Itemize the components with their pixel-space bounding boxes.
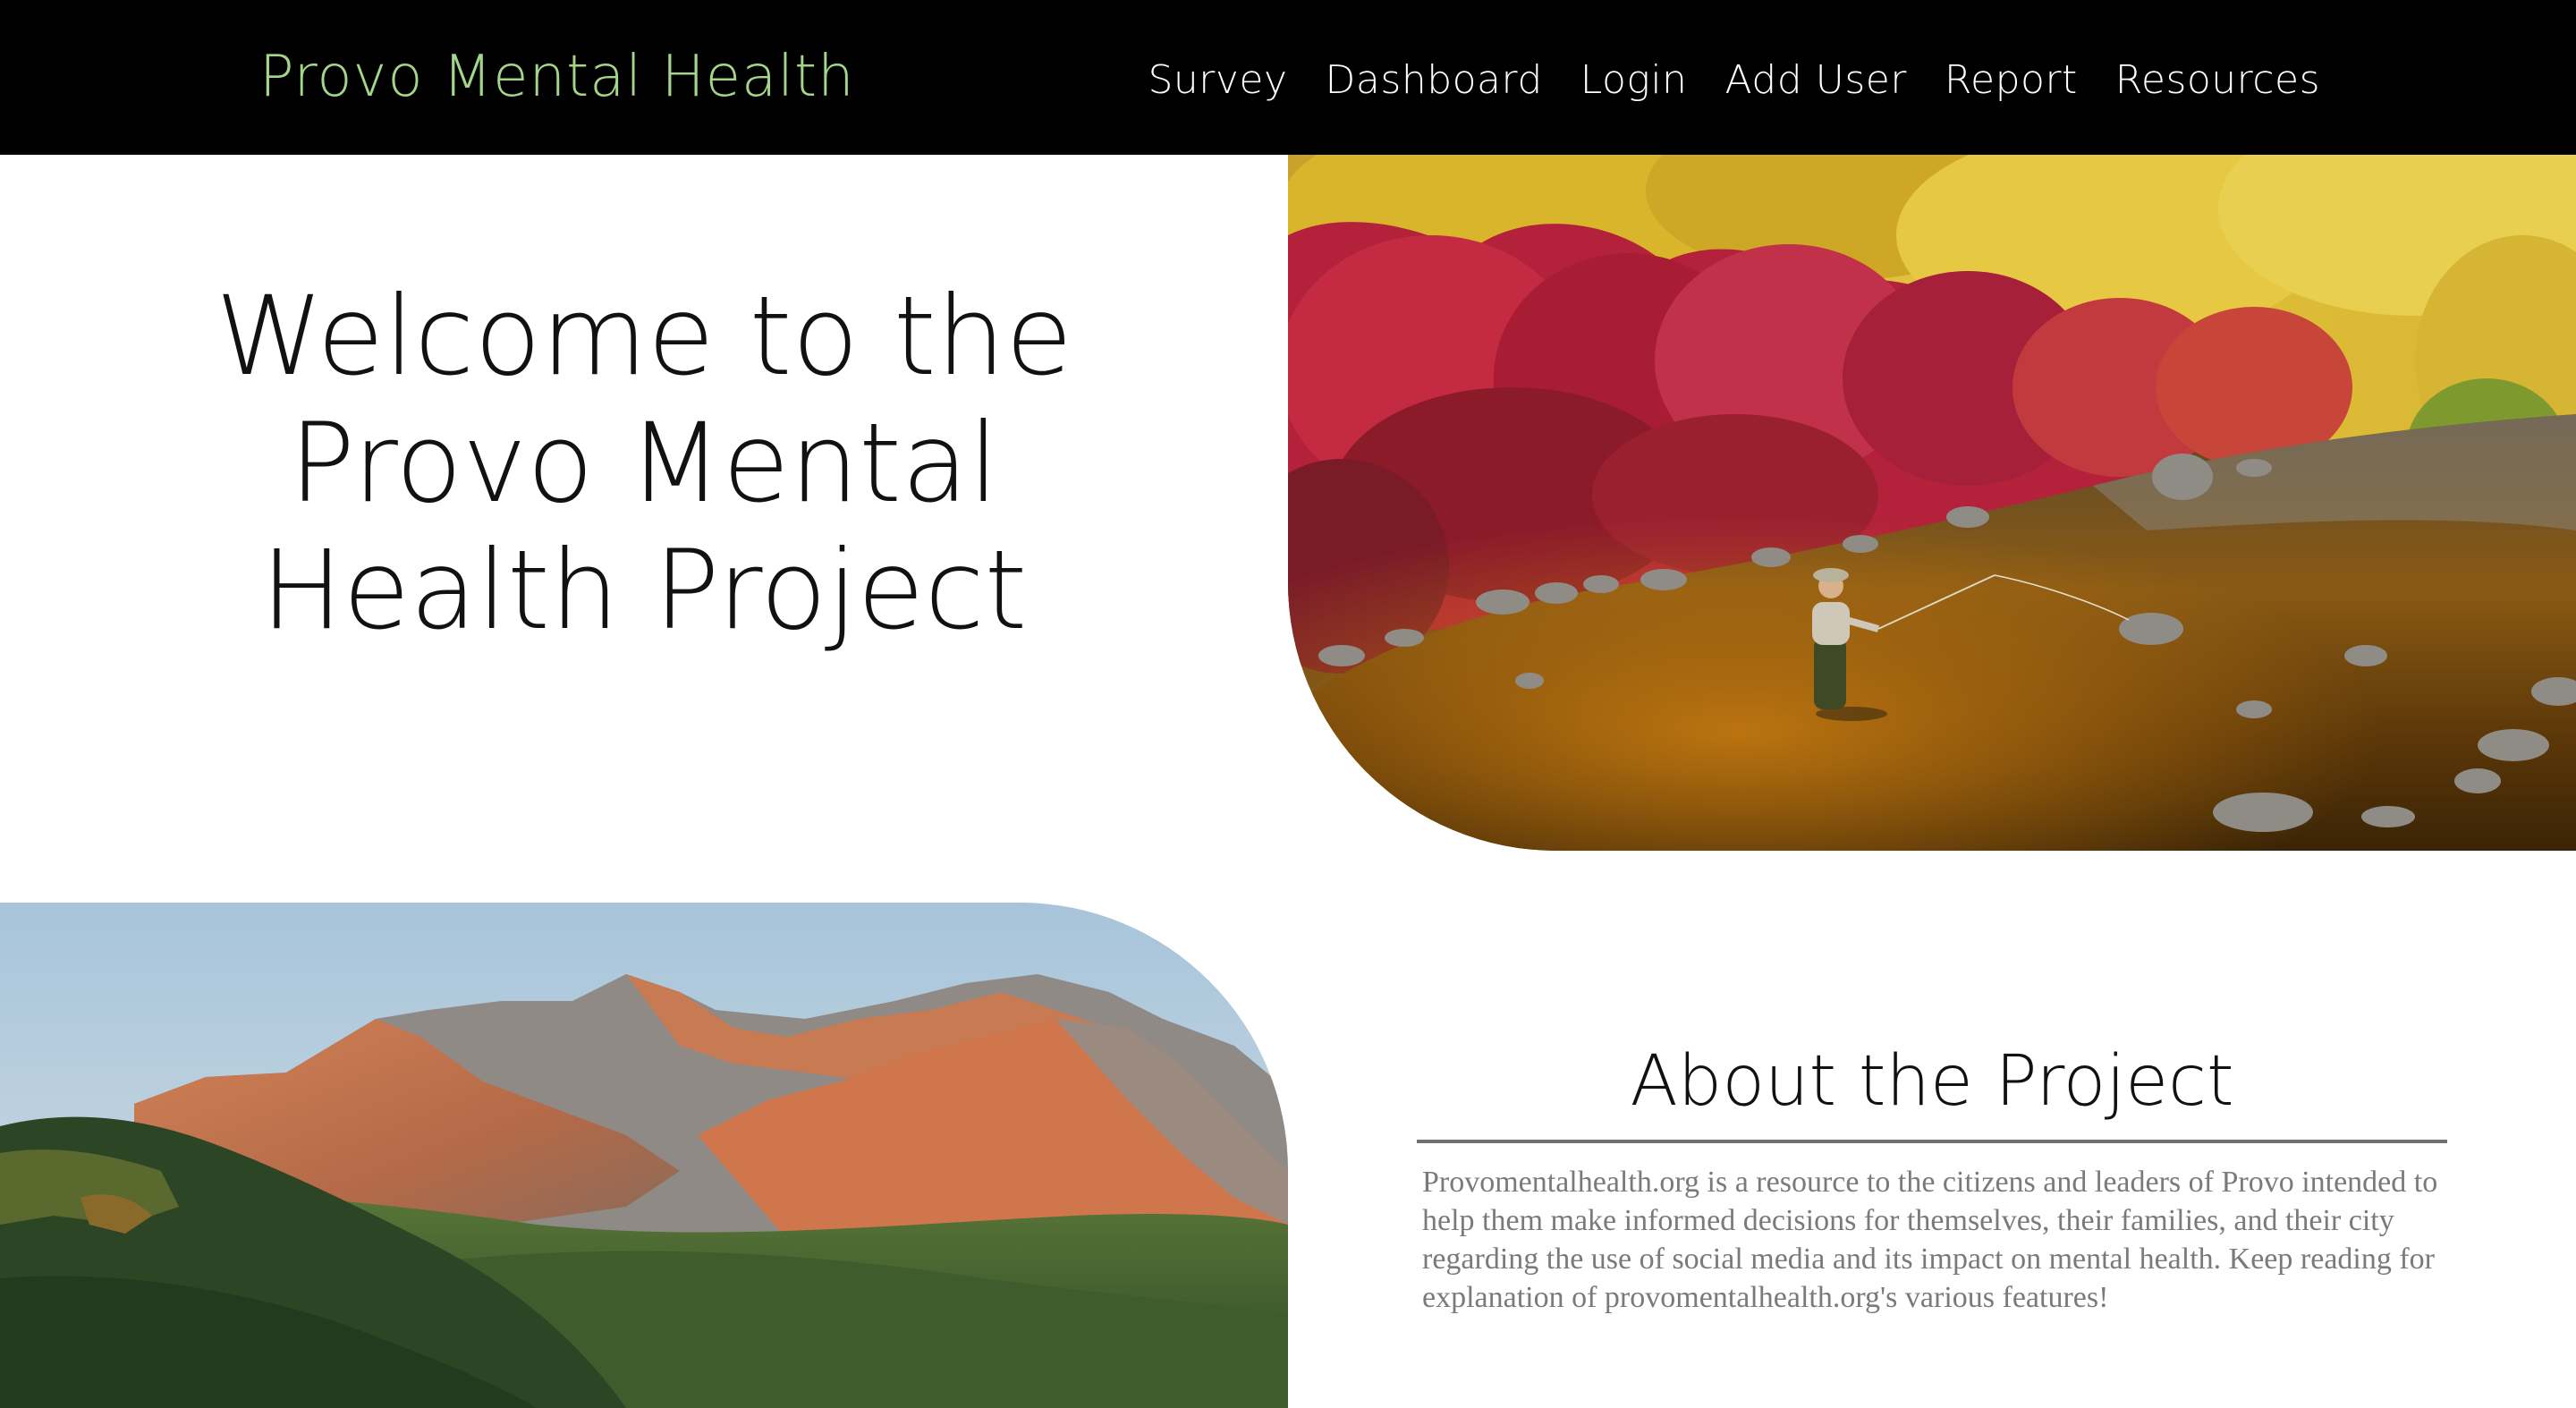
nav-link-report[interactable]: Report: [1945, 45, 2078, 116]
nav-link-login[interactable]: Login: [1580, 45, 1688, 116]
page: Provo Mental Health Survey Dashboard Log…: [0, 0, 2576, 1408]
hero-title-line: Health Project: [260, 527, 1028, 654]
fly-fishing-photo: [1288, 155, 2576, 851]
nav-link-add-user[interactable]: Add User: [1724, 45, 1906, 116]
about-divider: [1417, 1140, 2447, 1143]
mountain-image: [0, 903, 1288, 1408]
hero-title-line: Provo Mental: [289, 400, 999, 527]
nav-link-dashboard[interactable]: Dashboard: [1326, 45, 1543, 116]
nav-links: Survey Dashboard Login Add User Report R…: [1148, 45, 2320, 116]
hero-title-line: Welcome to the: [215, 273, 1073, 400]
about-body: Provomentalhealth.org is a resource to t…: [1422, 1166, 2438, 1314]
hero-title: Welcome to the Provo Mental Health Proje…: [134, 273, 1154, 654]
mountain-photo: [0, 903, 1288, 1408]
hero-river-image: [1288, 155, 2576, 851]
about-heading: About the Project: [1630, 1041, 2234, 1122]
about-section: About the Project Provomentalhealth.org …: [1417, 1029, 2447, 1317]
navbar: Provo Mental Health Survey Dashboard Log…: [0, 0, 2576, 155]
nav-link-survey[interactable]: Survey: [1148, 45, 1287, 116]
nav-link-resources[interactable]: Resources: [2115, 45, 2320, 116]
brand-link[interactable]: Provo Mental Health: [259, 36, 855, 118]
